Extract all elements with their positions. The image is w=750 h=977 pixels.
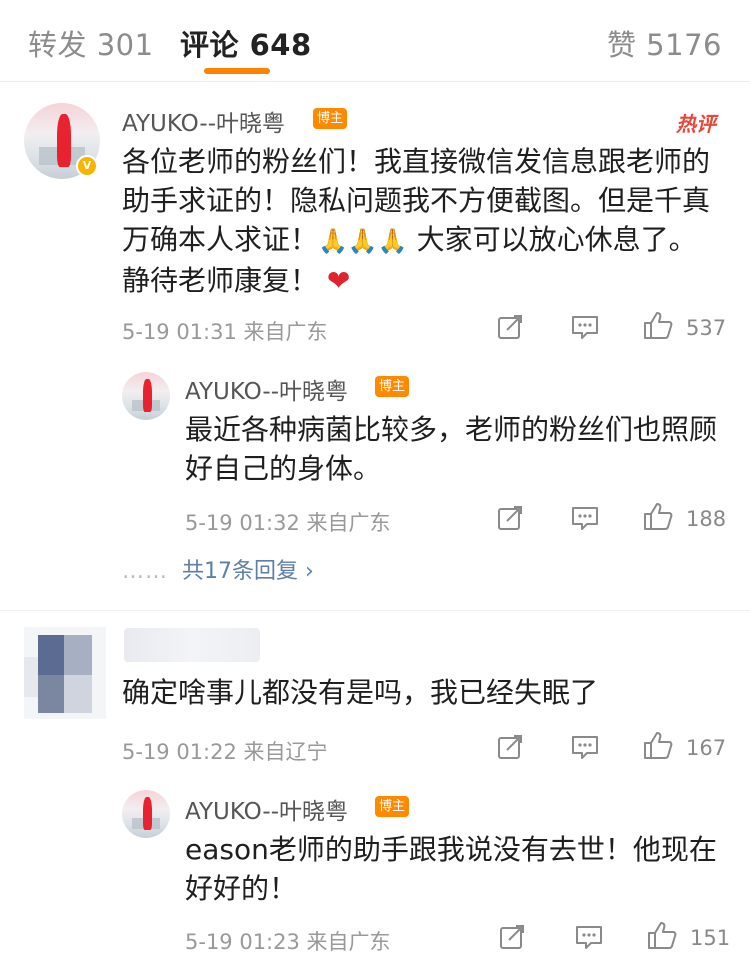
like-icon[interactable] — [646, 920, 678, 950]
blurred-author-name[interactable] — [124, 628, 260, 662]
like-icon[interactable] — [642, 310, 674, 340]
like-icon[interactable] — [642, 501, 674, 531]
verified-icon: V — [76, 155, 98, 177]
repost-icon[interactable] — [498, 923, 526, 951]
more-replies-label[interactable]: 共17条回复 › — [182, 559, 314, 584]
comment-icon[interactable] — [570, 733, 600, 761]
reply-avatar[interactable] — [122, 790, 170, 838]
comment-author[interactable]: AYUKO--叶晓粤 — [122, 104, 285, 138]
comment-text: 各位老师的粉丝们！我直接微信发信息跟老师的助手求证的！隐私问题我不方便截图。但是… — [122, 142, 722, 300]
more-replies-dots: …… — [122, 559, 168, 584]
reply-text: eason老师的助手跟我说没有去世！他现在好好的！ — [185, 833, 717, 905]
active-tab-indicator — [204, 68, 270, 74]
blurred-avatar[interactable] — [24, 627, 106, 719]
reply-time-location: 5-19 01:32 来自广东 — [185, 511, 391, 535]
comment-icon[interactable] — [570, 504, 600, 532]
blogger-badge: 博主 — [375, 796, 410, 817]
comment-time-location: 5-19 01:22 来自辽宁 — [122, 740, 328, 764]
reply-time-location: 5-19 01:23 来自广东 — [185, 930, 391, 954]
blogger-badge: 博主 — [375, 376, 410, 397]
reply-author[interactable]: AYUKO--叶晓粤 — [185, 792, 348, 826]
comment-divider — [0, 610, 750, 611]
tab-comments[interactable]: 评论 648 — [180, 22, 312, 64]
heart-icon: ❤ — [326, 264, 351, 297]
like-count: 537 — [686, 316, 727, 340]
repost-icon[interactable] — [496, 504, 524, 532]
tab-likes[interactable]: 赞 5176 — [607, 22, 722, 64]
comment-text: 确定啥事儿都没有是吗，我已经失眠了 — [122, 676, 599, 709]
comment-time-location: 5-19 01:31 来自广东 — [122, 320, 328, 344]
repost-icon[interactable] — [496, 313, 524, 341]
blogger-badge: 博主 — [313, 108, 348, 129]
comment-icon[interactable] — [570, 313, 600, 341]
more-replies-link[interactable]: …… 共17条回复 › — [122, 553, 314, 585]
like-icon[interactable] — [642, 730, 674, 760]
pray-hands-icon: 🙏🙏🙏 — [318, 227, 408, 255]
comment-tabs: 转发 301 评论 648 赞 5176 — [0, 0, 750, 82]
tab-repost[interactable]: 转发 301 — [28, 22, 154, 64]
hot-comment-label: 热评 — [676, 112, 716, 136]
comment-icon[interactable] — [574, 923, 604, 951]
like-count: 151 — [690, 926, 731, 950]
repost-icon[interactable] — [496, 733, 524, 761]
reply-avatar[interactable] — [122, 372, 170, 420]
like-count: 167 — [686, 736, 727, 760]
reply-author[interactable]: AYUKO--叶晓粤 — [185, 372, 348, 406]
reply-text: 最近各种病菌比较多，老师的粉丝们也照顾好自己的身体。 — [185, 413, 718, 485]
like-count: 188 — [686, 507, 727, 531]
